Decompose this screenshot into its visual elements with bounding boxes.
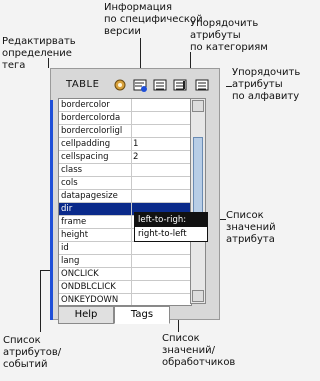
column-separator [131,229,132,242]
attribute-name: bordercolor [61,100,110,110]
edit-tag-icon[interactable] [112,77,128,93]
sort-category-icon[interactable] [152,77,168,93]
table-row[interactable]: cellpadding 1 [59,138,191,151]
column-separator [131,190,132,203]
column-separator [131,138,132,151]
attribute-name: bordercolorda [61,113,121,123]
leader-line-edit [48,58,49,68]
tag-name-label: TABLE [66,79,100,90]
column-separator [131,294,132,305]
table-row[interactable]: bordercolor [59,99,191,112]
table-row[interactable]: bordercolorda [59,112,191,125]
dropdown-option-selected[interactable]: left-to-righ: [135,213,207,227]
column-separator [131,112,132,125]
leader-line-specific [140,38,141,68]
table-row[interactable]: cellspacing 2 [59,151,191,164]
column-separator [131,164,132,177]
dropdown-option[interactable]: right-to-left [135,227,207,241]
attribute-name: dir [61,204,73,214]
column-separator [131,268,132,281]
column-separator [131,281,132,294]
table-row[interactable]: id [59,242,191,255]
table-row[interactable]: ONDBLCLICK [59,281,191,294]
table-row[interactable]: bordercolorligl [59,125,191,138]
column-separator [131,125,132,138]
specific-info-callout: Информация по специфической версии [104,2,203,37]
column-separator [131,99,132,112]
attribute-name: bordercolorligl [61,126,123,136]
attribute-name: lang [61,256,80,266]
attribute-value[interactable]: 2 [133,152,189,163]
panel-accent-bar [50,100,53,320]
attribute-name: id [61,243,69,253]
sort-alpha-list-icon[interactable] [194,77,210,93]
attribute-name: ONCLICK [61,269,99,279]
table-row[interactable]: class [59,164,191,177]
values-handlers-callout: Список значений/обработчиков [162,333,236,368]
attribute-name: datapagesize [61,191,118,201]
attribute-value[interactable]: 1 [133,139,189,150]
table-row[interactable]: cols [59,177,191,190]
tab-tags[interactable]: Tags [114,306,170,324]
table-row[interactable]: datapagesize [59,190,191,203]
tag-toolbar: TABLE [58,76,218,96]
attribute-name: height [61,230,89,240]
scroll-thumb[interactable] [193,137,203,215]
value-list-callout: Список значений атрибута [226,210,276,245]
scroll-down-button[interactable] [192,290,204,302]
column-separator [131,216,132,229]
attr-events-callout: Список атрибутов/событий [3,335,62,370]
attribute-value-dropdown[interactable]: left-to-righ: right-to-left [134,212,208,242]
sort-alpha-callout: Упорядочить атрибуты по алфавиту [232,67,301,102]
column-separator [131,255,132,268]
bottom-tabs: Help Tags [58,306,208,326]
sort-alpha-icon[interactable] [172,77,188,93]
attribute-name: ONKEYDOWN [61,295,119,305]
leader-line-attr-events [40,270,41,332]
column-separator [131,203,132,216]
table-row[interactable]: lang [59,255,191,268]
attribute-name: frame [61,217,87,227]
attribute-name: cellspacing [61,152,109,162]
table-row[interactable]: ONKEYDOWN [59,294,191,305]
column-separator [131,242,132,255]
attribute-scrollbar[interactable] [190,98,206,304]
attribute-name: class [61,165,83,175]
table-row[interactable]: ONCLICK [59,268,191,281]
version-info-icon[interactable] [132,77,148,93]
attribute-name: cellpadding [61,139,111,149]
attribute-name: ONDBLCLICK [61,282,116,292]
leader-line-alpha [226,86,232,87]
attribute-grid[interactable]: bordercolor bordercolorda bordercolorlig… [58,98,192,306]
edit-tag-callout: Редактирвать определение тега [2,36,76,71]
scroll-up-button[interactable] [192,100,204,112]
sort-by-category-callout: Упорядочить атрибуты по категориям [190,18,268,53]
column-separator [131,151,132,164]
tab-help[interactable]: Help [58,306,114,324]
column-separator [131,177,132,190]
attribute-name: cols [61,178,78,188]
